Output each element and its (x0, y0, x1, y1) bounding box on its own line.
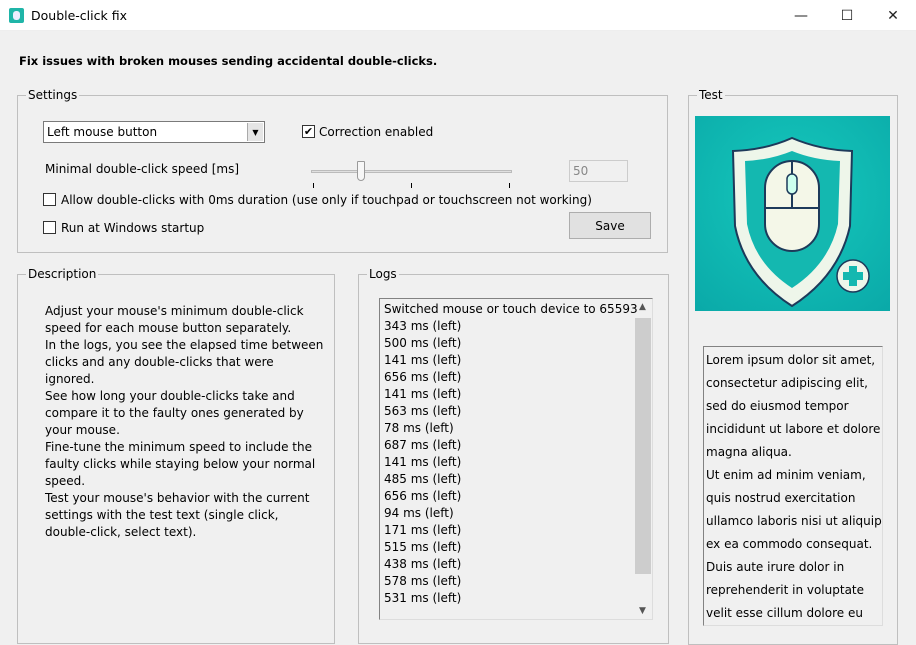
log-entry[interactable]: 515 ms (left) (384, 539, 638, 556)
log-entry[interactable]: 171 ms (left) (384, 522, 638, 539)
logs-scrollbar[interactable]: ▲ ▼ (635, 300, 651, 618)
logs-listbox[interactable]: Switched mouse or touch device to 65593 3… (379, 298, 653, 620)
headline: Fix issues with broken mouses sending ac… (19, 54, 438, 68)
minimize-button[interactable]: — (778, 0, 824, 31)
log-entry[interactable]: 563 ms (left) (384, 403, 638, 420)
description-label: Description (26, 267, 99, 281)
title-bar: Double-click fix — ☐ ✕ (0, 0, 916, 31)
window-title: Double-click fix (31, 8, 127, 23)
log-entry[interactable]: 94 ms (left) (384, 505, 638, 522)
maximize-button[interactable]: ☐ (824, 0, 870, 31)
scroll-down-icon[interactable]: ▼ (639, 606, 646, 616)
speed-slider-track[interactable] (311, 170, 512, 173)
allow-zero-label[interactable]: Allow double-clicks with 0ms duration (u… (61, 193, 592, 207)
log-entry[interactable]: 656 ms (left) (384, 488, 638, 505)
scrollbar-thumb[interactable] (635, 318, 651, 574)
shield-mouse-logo (695, 116, 890, 311)
log-entry[interactable]: 500 ms (left) (384, 335, 638, 352)
test-text[interactable]: Lorem ipsum dolor sit amet, consectetur … (706, 349, 882, 625)
log-entry[interactable]: 531 ms (left) (384, 590, 638, 607)
startup-label[interactable]: Run at Windows startup (61, 221, 204, 235)
mouse-button-select-value: Left mouse button (47, 125, 158, 139)
settings-label: Settings (26, 88, 80, 102)
chevron-down-icon[interactable]: ▼ (247, 123, 263, 141)
logs-label: Logs (367, 267, 399, 281)
slider-tick (411, 183, 412, 188)
app-icon (9, 8, 24, 23)
save-button[interactable]: Save (569, 212, 651, 239)
log-entry[interactable]: 141 ms (left) (384, 352, 638, 369)
log-entry[interactable]: 656 ms (left) (384, 369, 638, 386)
speed-label: Minimal double-click speed [ms] (45, 162, 240, 176)
log-entry[interactable]: 485 ms (left) (384, 471, 638, 488)
log-entry[interactable]: 687 ms (left) (384, 437, 638, 454)
startup-checkbox[interactable] (43, 221, 56, 234)
allow-zero-checkbox[interactable] (43, 193, 56, 206)
close-button[interactable]: ✕ (870, 0, 916, 31)
correction-checkbox[interactable]: ✔ (302, 125, 315, 138)
log-entry[interactable]: 578 ms (left) (384, 573, 638, 590)
log-entry[interactable]: 438 ms (left) (384, 556, 638, 573)
log-entry[interactable]: 141 ms (left) (384, 454, 638, 471)
log-entry[interactable]: 343 ms (left) (384, 318, 638, 335)
log-entry[interactable]: Switched mouse or touch device to 65593 (384, 301, 638, 318)
mouse-button-select[interactable]: Left mouse button ▼ (43, 121, 265, 143)
speed-slider-thumb[interactable] (357, 161, 366, 181)
speed-value-field[interactable]: 50 (569, 160, 628, 182)
test-text-area[interactable]: Lorem ipsum dolor sit amet, consectetur … (703, 346, 883, 626)
test-label: Test (697, 88, 725, 102)
log-entry[interactable]: 141 ms (left) (384, 386, 638, 403)
log-entry[interactable]: 78 ms (left) (384, 420, 638, 437)
scroll-up-icon[interactable]: ▲ (639, 302, 646, 312)
correction-label[interactable]: Correction enabled (319, 125, 433, 139)
description-text: Adjust your mouse's minimum double-click… (45, 304, 324, 539)
slider-tick (509, 183, 510, 188)
logs-list: Switched mouse or touch device to 65593 3… (384, 301, 638, 607)
slider-tick (313, 183, 314, 188)
